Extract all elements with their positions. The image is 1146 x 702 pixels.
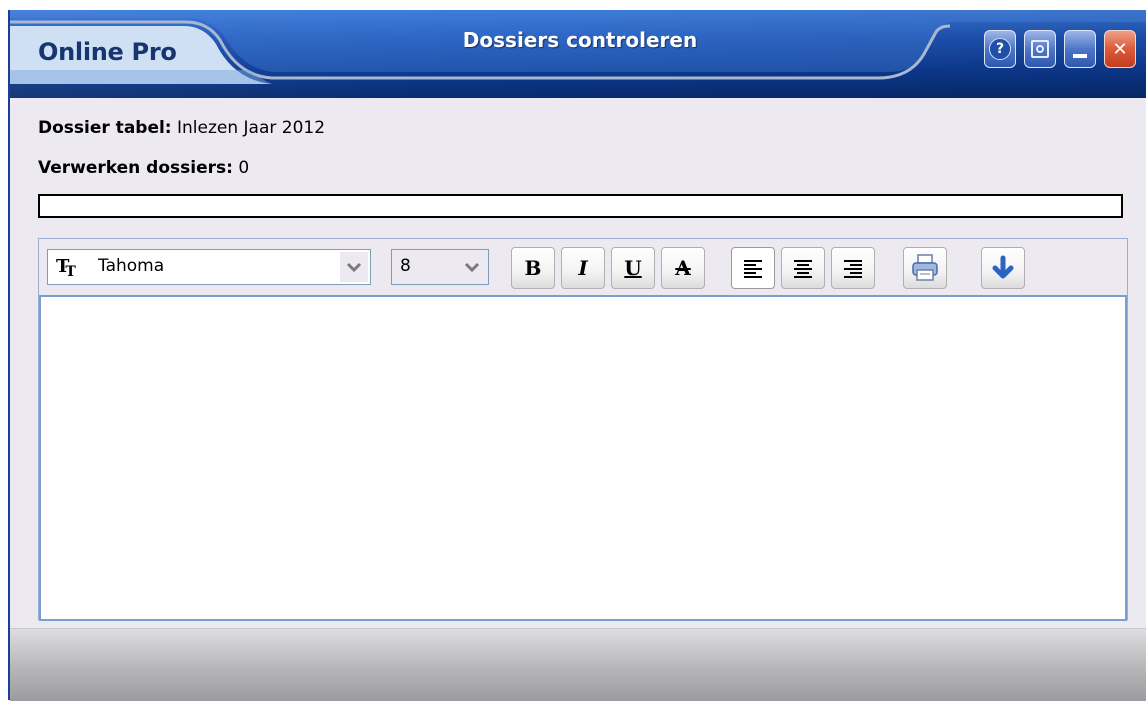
status-footer: [10, 628, 1146, 701]
editor-toolbar: TT Tahoma 8 B I U A: [39, 239, 1127, 295]
content-panel: Dossier tabel: Inlezen Jaar 2012 Verwerk…: [10, 98, 1146, 628]
underline-button[interactable]: U: [611, 247, 655, 289]
dossier-tabel-label: Dossier tabel:: [38, 118, 172, 138]
dossier-tabel-row: Dossier tabel: Inlezen Jaar 2012: [38, 118, 325, 138]
screenshot-icon: [1031, 40, 1049, 58]
verwerken-value: 0: [238, 158, 250, 178]
dossier-tabel-value: Inlezen Jaar 2012: [177, 118, 326, 138]
app-brand: Online Pro: [38, 38, 177, 66]
italic-button[interactable]: I: [561, 247, 605, 289]
title-tab-shape: [10, 10, 1146, 84]
verwerken-label: Verwerken dossiers:: [38, 158, 233, 178]
font-size-select[interactable]: 8: [391, 249, 489, 285]
title-bar[interactable]: Online Pro Dossiers controleren ? ✕: [10, 10, 1146, 98]
bold-button[interactable]: B: [511, 247, 555, 289]
underline-icon: U: [624, 256, 642, 280]
printer-icon: [912, 254, 938, 281]
progress-bar: [38, 194, 1123, 218]
font-family-value: Tahoma: [98, 256, 165, 276]
screenshot-button[interactable]: [1024, 30, 1056, 68]
align-center-icon: [794, 260, 812, 278]
help-icon: ?: [989, 38, 1011, 60]
print-button[interactable]: [903, 247, 947, 289]
minimize-button[interactable]: [1064, 30, 1096, 68]
rich-text-editor: TT Tahoma 8 B I U A: [38, 238, 1128, 621]
chevron-down-icon[interactable]: [458, 252, 486, 282]
strikethrough-icon: A: [675, 256, 691, 280]
italic-icon: I: [578, 256, 588, 280]
strikethrough-button[interactable]: A: [661, 247, 705, 289]
download-button[interactable]: [981, 247, 1025, 289]
align-center-button[interactable]: [781, 247, 825, 289]
window-title: Dossiers controleren: [462, 28, 698, 52]
align-left-icon: [744, 260, 762, 278]
font-size-value: 8: [400, 256, 411, 276]
close-button[interactable]: ✕: [1104, 30, 1136, 68]
editor-text-area[interactable]: [39, 295, 1127, 621]
close-icon: ✕: [1112, 38, 1128, 60]
align-right-button[interactable]: [831, 247, 875, 289]
arrow-down-icon: [992, 255, 1014, 279]
minimize-icon: [1073, 54, 1087, 58]
font-icon: TT: [56, 256, 76, 280]
align-left-button[interactable]: [731, 247, 775, 289]
align-right-icon: [844, 260, 862, 278]
window-controls: ? ✕: [984, 30, 1136, 68]
bold-icon: B: [524, 256, 542, 280]
help-button[interactable]: ?: [984, 30, 1016, 68]
verwerken-row: Verwerken dossiers: 0: [38, 158, 249, 178]
chevron-down-icon[interactable]: [340, 252, 368, 282]
app-window: Online Pro Dossiers controleren ? ✕ Doss…: [8, 10, 1146, 701]
font-family-select[interactable]: TT Tahoma: [47, 249, 371, 285]
